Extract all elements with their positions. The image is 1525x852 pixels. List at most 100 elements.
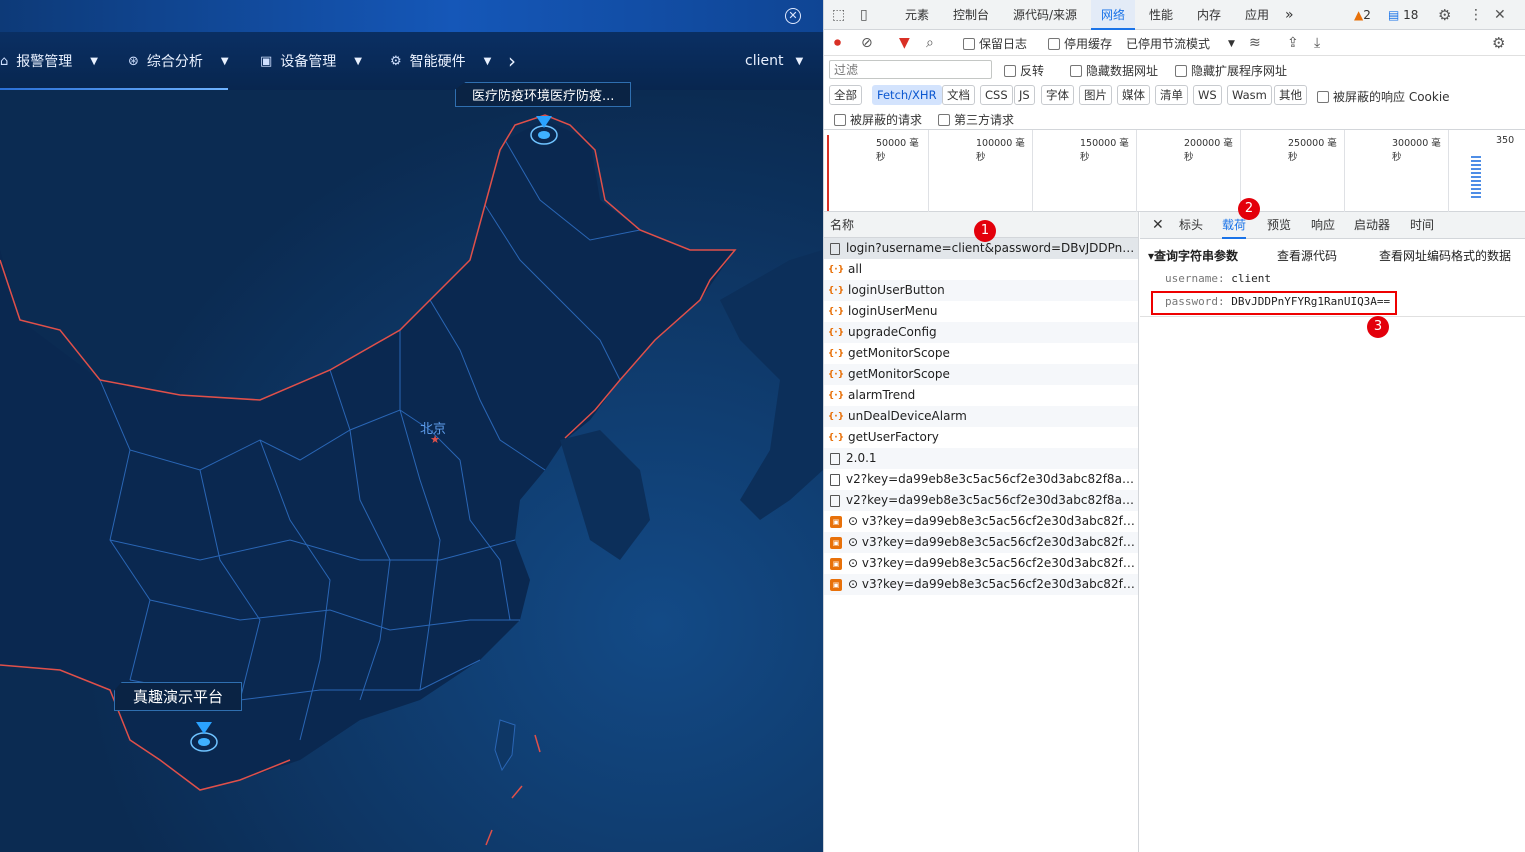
settings-gear-icon[interactable]: ⚙ [1438, 6, 1451, 24]
tab-sources[interactable]: 源代码/来源 [1013, 0, 1077, 30]
checkbox[interactable] [834, 113, 846, 126]
query-string-section-header: ▾查询字符串参数 查看源代码 查看网址编码格式的数据 [1140, 242, 1525, 266]
view-url-encoded-link[interactable]: 查看网址编码格式的数据 [1379, 247, 1511, 264]
request-row[interactable]: ▣ ⊙ v3?key=da99eb8e3c5ac56cf2e30d3abc82f8… [824, 532, 1138, 553]
preserve-log-checkbox[interactable]: 保留日志 [963, 35, 1027, 52]
messages-badge[interactable]: ▤ 18 [1388, 8, 1418, 22]
tab-memory[interactable]: 内存 [1197, 0, 1221, 30]
type-ws[interactable]: WS [1193, 85, 1222, 105]
network-settings-icon[interactable]: ⚙ [1492, 34, 1505, 52]
blocked-requests-checkbox[interactable]: 被屏蔽的请求 [834, 111, 922, 128]
view-source-link[interactable]: 查看源代码 [1277, 247, 1337, 264]
device-toolbar-icon[interactable]: ▯ [860, 6, 868, 24]
type-manifest[interactable]: 清单 [1155, 85, 1188, 105]
nav-item-hardware[interactable]: ⚙ 智能硬件 ▼ [390, 50, 491, 72]
blocked-cookies-checkbox[interactable]: 被屏蔽的响应 Cookie [1317, 88, 1450, 105]
record-stop-icon[interactable]: ⏺ [834, 34, 841, 52]
section-title[interactable]: ▾查询字符串参数 [1148, 247, 1238, 264]
annotation-badge-2: 2 [1238, 198, 1260, 220]
third-party-checkbox[interactable]: 第三方请求 [938, 111, 1014, 128]
device-icon: ▣ [260, 53, 273, 69]
message-icon: ▤ [1388, 8, 1400, 22]
home-icon: ⌂ [0, 53, 9, 69]
close-detail-icon[interactable]: ✕ [1152, 212, 1164, 239]
tab-console[interactable]: 控制台 [953, 0, 989, 30]
tab-preview[interactable]: 预览 [1267, 212, 1291, 239]
tab-application[interactable]: 应用 [1245, 0, 1269, 30]
fetch-icon: {·} [827, 432, 845, 443]
request-row[interactable]: {·} loginUserMenu [824, 301, 1138, 322]
checkbox[interactable] [1070, 64, 1082, 77]
throttle-select[interactable]: 已停用节流模式 ▼ [1126, 35, 1235, 52]
tab-headers[interactable]: 标头 [1179, 212, 1203, 239]
type-font[interactable]: 字体 [1041, 85, 1074, 105]
type-wasm[interactable]: Wasm [1227, 85, 1272, 105]
export-har-icon[interactable]: ⤓ [1314, 34, 1320, 52]
type-fetch-xhr[interactable]: Fetch/XHR [872, 85, 942, 105]
disable-cache-checkbox[interactable]: 停用缓存 [1048, 35, 1112, 52]
timeline-label: 250000 毫秒 [1288, 138, 1337, 163]
type-other[interactable]: 其他 [1274, 85, 1307, 105]
tab-performance[interactable]: 性能 [1149, 0, 1173, 30]
tab-network[interactable]: 网络 [1091, 0, 1136, 30]
request-row[interactable]: {·} unDealDeviceAlarm [824, 406, 1138, 427]
checkbox[interactable] [1048, 37, 1060, 50]
tab-timing[interactable]: 时间 [1410, 212, 1434, 239]
nav-item-alarm[interactable]: ⌂ 报警管理 ▼ [0, 50, 98, 72]
request-row[interactable]: {·} loginUserButton [824, 280, 1138, 301]
request-row[interactable]: {·} all [824, 259, 1138, 280]
tab-elements[interactable]: 元素 [905, 0, 929, 30]
warning-icon: ▲ [1354, 8, 1364, 22]
type-img[interactable]: 图片 [1079, 85, 1112, 105]
request-row[interactable]: {·} upgradeConfig [824, 322, 1138, 343]
warnings-badge[interactable]: ▲2 [1354, 8, 1371, 22]
more-tabs-icon[interactable]: » [1285, 0, 1294, 30]
china-map[interactable]: ★ [0, 90, 823, 852]
request-row[interactable]: v2?key=da99eb8e3c5ac56cf2e30d3abc82f8a2&… [824, 469, 1138, 490]
type-media[interactable]: 媒体 [1117, 85, 1150, 105]
request-row[interactable]: ▣ ⊙ v3?key=da99eb8e3c5ac56cf2e30d3abc82f8… [824, 553, 1138, 574]
network-conditions-icon[interactable]: ≋ [1249, 34, 1261, 52]
request-row[interactable]: {·} alarmTrend [824, 385, 1138, 406]
type-all[interactable]: 全部 [829, 85, 862, 105]
checkbox[interactable] [963, 37, 975, 50]
timeline-label: 50000 毫秒 [876, 138, 919, 163]
hide-extension-urls-checkbox[interactable]: 隐藏扩展程序网址 [1175, 62, 1287, 79]
inspect-element-icon[interactable]: ⬚ [832, 6, 845, 24]
request-row[interactable]: 2.0.1 [824, 448, 1138, 469]
more-options-icon[interactable]: ⋮ [1469, 6, 1483, 24]
type-doc[interactable]: 文档 [942, 85, 975, 105]
clear-icon[interactable]: ⊘ [861, 34, 873, 52]
close-icon[interactable]: ✕ [785, 8, 801, 24]
search-icon[interactable]: ⌕ [926, 34, 934, 52]
nav-more-icon[interactable]: › [508, 49, 516, 73]
request-row[interactable]: ▣ ⊙ v3?key=da99eb8e3c5ac56cf2e30d3abc82f8… [824, 574, 1138, 595]
caret-down-icon: ▼ [1228, 38, 1235, 49]
nav-item-devices[interactable]: ▣ 设备管理 ▼ [260, 50, 362, 72]
network-overview-timeline[interactable]: 50000 毫秒 100000 毫秒 150000 毫秒 200000 毫秒 2… [824, 130, 1525, 212]
type-css[interactable]: CSS [980, 85, 1013, 105]
request-row[interactable]: {·} getUserFactory [824, 427, 1138, 448]
request-row[interactable]: {·} getMonitorScope [824, 364, 1138, 385]
hide-data-urls-checkbox[interactable]: 隐藏数据网址 [1070, 62, 1158, 79]
checkbox[interactable] [1317, 90, 1329, 103]
marker-label-top[interactable]: 医疗防疫环境医疗防疫... [455, 82, 632, 107]
close-devtools-icon[interactable]: ✕ [1494, 6, 1506, 24]
marker-label-bottom[interactable]: 真趣演示平台 [114, 682, 243, 711]
user-menu[interactable]: client ▼ [745, 50, 803, 72]
request-row[interactable]: v2?key=da99eb8e3c5ac56cf2e30d3abc82f8a2&… [824, 490, 1138, 511]
request-row[interactable]: {·} getMonitorScope [824, 343, 1138, 364]
checkbox[interactable] [1004, 64, 1016, 77]
nav-item-analysis[interactable]: ⊛ 综合分析 ▼ [128, 50, 229, 72]
tab-initiator[interactable]: 启动器 [1354, 212, 1390, 239]
document-icon [830, 494, 840, 507]
request-row[interactable]: ▣ ⊙ v3?key=da99eb8e3c5ac56cf2e30d3abc82f8… [824, 511, 1138, 532]
type-js[interactable]: JS [1014, 85, 1035, 105]
checkbox[interactable] [1175, 64, 1187, 77]
import-har-icon[interactable]: ⇪ [1287, 34, 1299, 52]
tab-response[interactable]: 响应 [1311, 212, 1335, 239]
invert-checkbox[interactable]: 反转 [1004, 62, 1044, 79]
filter-funnel-icon[interactable]: ▼ [899, 34, 910, 52]
filter-input[interactable] [829, 60, 992, 79]
checkbox[interactable] [938, 113, 950, 126]
